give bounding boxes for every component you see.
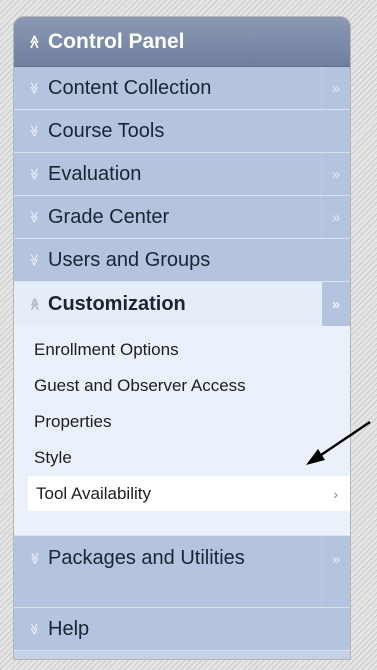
double-chevron-down-icon: ≫ [27, 167, 42, 181]
menu-item-label: Users and Groups [48, 248, 211, 271]
submenu-item-properties[interactable]: Properties [14, 404, 350, 440]
submenu-item-label: Tool Availability [36, 483, 151, 503]
submenu-item-style[interactable]: Style [14, 440, 350, 476]
menu-item-label: Course Tools [48, 119, 165, 142]
control-panel: ≫ Control Panel ≫ Content Collection » ≫… [14, 17, 350, 659]
menu-item-customization[interactable]: ≫ Customization » [14, 282, 350, 326]
menu-item-label: Help [48, 617, 90, 640]
double-chevron-down-icon: ≫ [27, 124, 42, 138]
double-chevron-down-icon: ≫ [27, 210, 42, 224]
double-chevron-down-icon: ≫ [27, 253, 42, 267]
menu-item-label: Packages and Utilities [48, 547, 245, 569]
menu-item-content-collection[interactable]: ≫ Content Collection » [14, 67, 350, 110]
double-chevron-up-icon: ≫ [27, 297, 42, 311]
menu-item-users-and-groups[interactable]: ≫ Users and Groups [14, 239, 350, 282]
submenu-item-tool-availability[interactable]: Tool Availability › [28, 476, 350, 511]
double-chevron-right-icon[interactable]: » [322, 282, 350, 326]
double-chevron-down-icon: ≫ [27, 622, 42, 636]
customization-submenu: Enrollment Options Guest and Observer Ac… [14, 326, 350, 536]
menu-item-evaluation[interactable]: ≫ Evaluation » [14, 153, 350, 196]
menu-item-label: Customization [48, 292, 186, 315]
double-chevron-right-icon[interactable]: » [321, 196, 350, 238]
double-chevron-down-icon: ≫ [28, 552, 42, 565]
menu-item-label: Content Collection [48, 76, 212, 99]
submenu-item-guest-and-observer-access[interactable]: Guest and Observer Access [14, 368, 350, 404]
menu-item-packages-and-utilities[interactable]: ≫ Packages and Utilities » [14, 536, 350, 617]
control-panel-header[interactable]: ≫ Control Panel [14, 17, 350, 67]
menu-item-grade-center[interactable]: ≫ Grade Center » [14, 196, 350, 239]
double-chevron-up-icon: ≫ [26, 34, 42, 48]
double-chevron-right-icon[interactable]: » [321, 153, 350, 195]
menu-item-label: Grade Center [48, 205, 170, 228]
control-panel-title: Control Panel [48, 29, 185, 53]
double-chevron-down-icon: ≫ [27, 81, 42, 95]
double-chevron-right-icon[interactable]: » [321, 67, 350, 109]
menu-item-course-tools[interactable]: ≫ Course Tools [14, 110, 350, 153]
menu-item-help[interactable]: ≫ Help [14, 608, 350, 651]
double-chevron-right-icon[interactable]: » [321, 536, 350, 617]
menu-item-label: Evaluation [48, 162, 142, 185]
chevron-right-icon: › [333, 485, 338, 502]
submenu-item-enrollment-options[interactable]: Enrollment Options [14, 332, 350, 368]
